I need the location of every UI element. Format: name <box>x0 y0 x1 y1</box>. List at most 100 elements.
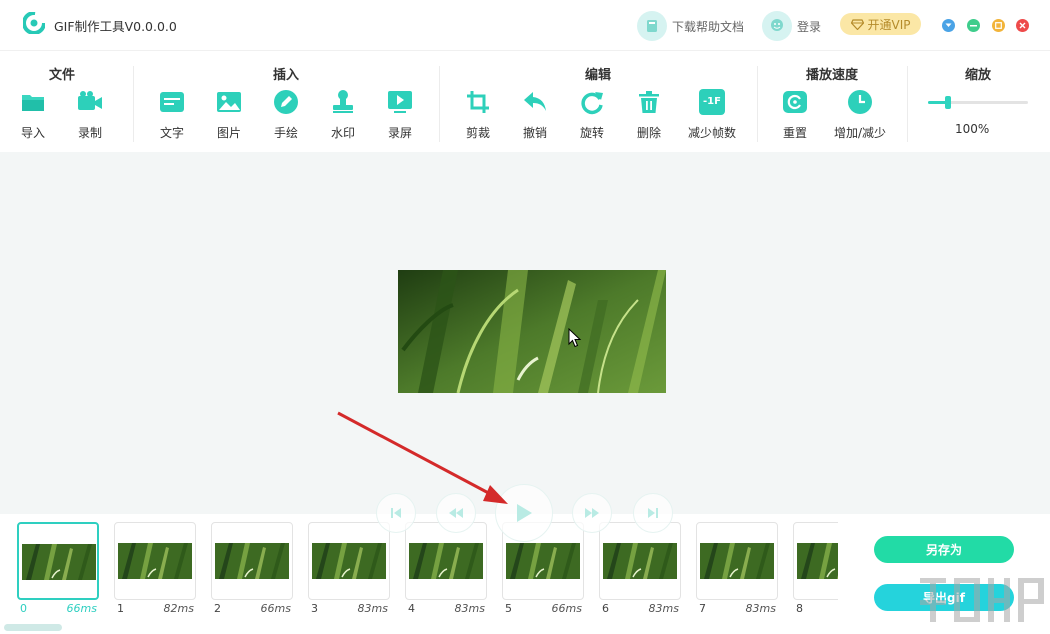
frame-duration: 83ms <box>648 602 679 615</box>
frame-duration: 83ms <box>357 602 388 615</box>
frame-thumbnail[interactable] <box>308 522 390 600</box>
preview-canvas <box>0 152 1050 514</box>
reduce-frames-label: 减少帧数 <box>687 126 736 140</box>
zoom-value: 100% <box>955 122 990 136</box>
frame-thumbnail[interactable] <box>599 522 681 600</box>
frame-duration: 83ms <box>454 602 485 615</box>
close-button[interactable] <box>1016 19 1029 32</box>
frame-thumb-image <box>22 544 96 580</box>
rotate-icon <box>581 92 603 115</box>
frame-duration: 66ms <box>260 602 291 615</box>
frame-duration: 66ms <box>551 602 582 615</box>
stamp-icon <box>333 90 353 113</box>
frame-index: 0 <box>20 602 27 615</box>
adjust-speed-label: 增加/减少 <box>834 126 887 140</box>
screen-record-button[interactable]: 录屏 <box>375 89 425 140</box>
action-panel <box>838 514 1050 634</box>
frame-thumbnail[interactable] <box>696 522 778 600</box>
reset-speed-button[interactable]: 重置 <box>770 89 820 140</box>
import-button[interactable]: 导入 <box>8 89 58 140</box>
delete-button[interactable]: 删除 <box>624 89 674 140</box>
gif-preview-image <box>398 270 666 393</box>
divider <box>757 66 758 142</box>
vip-label: 开通VIP <box>867 17 911 32</box>
draw-button[interactable]: 手绘 <box>261 89 311 140</box>
text-icon <box>160 92 184 112</box>
text-button[interactable]: 文字 <box>147 89 197 140</box>
frame-thumb-image <box>506 543 580 579</box>
skip-forward-icon <box>648 508 658 518</box>
frame-index: 2 <box>214 602 221 615</box>
frame-duration: 66ms <box>66 602 97 615</box>
screen-play-icon <box>388 91 412 113</box>
crop-icon <box>467 91 489 113</box>
save-as-button[interactable]: 另存为 <box>874 536 1014 563</box>
screen-record-label: 录屏 <box>387 126 412 140</box>
annotation-arrow-icon <box>337 411 508 504</box>
watermark-button[interactable]: 水印 <box>318 89 368 140</box>
maximize-icon <box>995 22 1002 29</box>
undo-icon <box>524 92 546 111</box>
login-button[interactable]: 登录 <box>762 11 821 41</box>
last-frame-button[interactable] <box>633 493 673 533</box>
title-bar: GIF制作工具V0.0.0.0 下载帮助文档 登录 开通VIP <box>0 0 1050 50</box>
fast-forward-icon <box>585 508 599 518</box>
toolbar: 文件 插入 编辑 播放速度 缩放 导入 录制 文字 图片 手绘 水印 录屏 剪裁 <box>0 50 1050 152</box>
frame-index: 8 <box>796 602 803 615</box>
fast-forward-button[interactable] <box>572 493 612 533</box>
adjust-speed-button[interactable]: 增加/减少 <box>834 89 887 140</box>
frame-index: 1 <box>117 602 124 615</box>
text-label: 文字 <box>159 126 184 140</box>
group-title-insert: 插入 <box>272 68 299 83</box>
trash-icon <box>639 91 659 113</box>
undo-button[interactable]: 撤销 <box>510 89 560 140</box>
group-title-zoom: 缩放 <box>964 68 991 83</box>
rotate-button[interactable]: 旋转 <box>567 89 617 140</box>
vip-button[interactable]: 开通VIP <box>840 13 921 35</box>
frame-thumbnail[interactable] <box>211 522 293 600</box>
record-label: 录制 <box>77 126 102 140</box>
frame-thumb-image <box>603 543 677 579</box>
divider <box>439 66 440 142</box>
frame-index: 4 <box>408 602 415 615</box>
diamond-icon <box>850 18 864 30</box>
frame-thumb-image <box>215 543 289 579</box>
help-docs-button[interactable]: 下载帮助文档 <box>637 11 744 41</box>
app-title: GIF制作工具V0.0.0.0 <box>54 19 177 34</box>
maximize-button[interactable] <box>992 19 1005 32</box>
frame-thumb-image <box>312 543 386 579</box>
frame-thumbnail[interactable] <box>17 522 99 600</box>
app-logo-icon <box>23 12 45 34</box>
minimize-button[interactable] <box>967 19 980 32</box>
menu-window-button[interactable] <box>942 19 955 32</box>
frame-index: 5 <box>505 602 512 615</box>
frame-index: 3 <box>311 602 318 615</box>
zoom-slider-handle[interactable] <box>945 96 951 109</box>
watermark-label: 水印 <box>330 126 355 140</box>
frame-thumbnail[interactable] <box>405 522 487 600</box>
avatar-icon <box>762 11 792 41</box>
reset-speed-label: 重置 <box>782 126 807 140</box>
frame-thumb-image <box>409 543 483 579</box>
clock-icon <box>848 90 872 114</box>
crop-label: 剪裁 <box>465 126 490 140</box>
image-button[interactable]: 图片 <box>204 89 254 140</box>
record-button[interactable]: 录制 <box>65 89 115 140</box>
group-title-edit: 编辑 <box>584 68 611 83</box>
frame-duration: 83ms <box>745 602 776 615</box>
export-gif-button[interactable]: 导出gif <box>874 584 1014 611</box>
rotate-label: 旋转 <box>579 126 604 140</box>
filmstrip-scrollbar[interactable] <box>4 624 62 631</box>
reduce-frames-button[interactable]: -1F 减少帧数 <box>686 89 738 140</box>
image-label: 图片 <box>216 126 241 140</box>
import-label: 导入 <box>20 126 45 140</box>
divider <box>907 66 908 142</box>
frame-thumbnail[interactable] <box>114 522 196 600</box>
frame-duration: 82ms <box>163 602 194 615</box>
image-icon <box>217 92 241 112</box>
folder-icon <box>22 95 44 111</box>
reset-icon <box>783 91 807 113</box>
zoom-slider[interactable] <box>928 96 1028 109</box>
crop-button[interactable]: 剪裁 <box>453 89 503 140</box>
divider <box>133 66 134 142</box>
